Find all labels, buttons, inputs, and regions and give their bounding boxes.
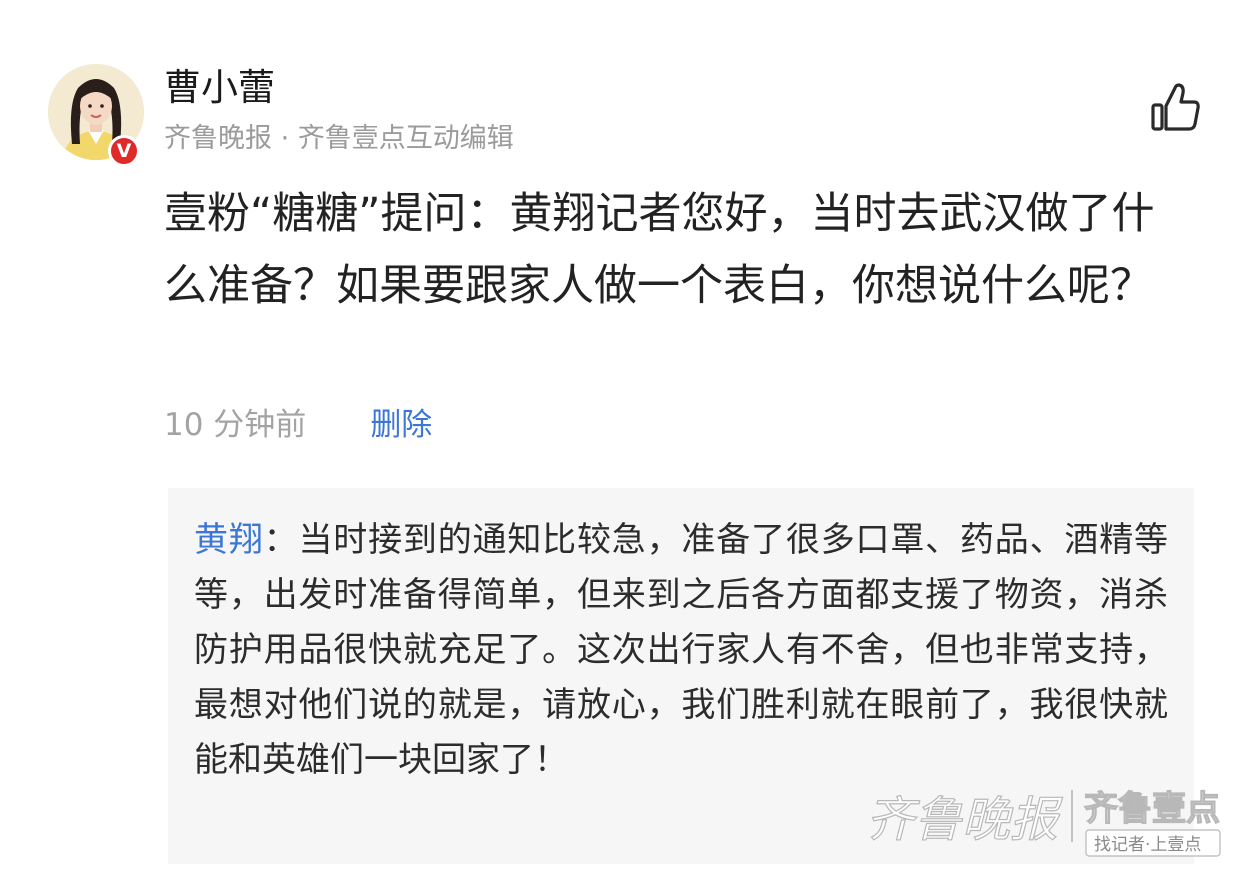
reply-separator: ： [263, 520, 299, 560]
reply-text: 当时接到的通知比较急，准备了很多口罩、药品、酒精等等，出发时准备得简单，但来到之… [194, 520, 1169, 780]
reply-paragraph: 黄翔：当时接到的通知比较急，准备了很多口罩、药品、酒精等等，出发时准备得简单，但… [194, 513, 1168, 788]
author-name[interactable]: 曹小蕾 [164, 64, 275, 112]
reply-author[interactable]: 黄翔 [194, 520, 264, 560]
timestamp: 10 分钟前 [164, 406, 307, 443]
thumbs-up-icon [1151, 83, 1200, 131]
like-button[interactable] [1148, 80, 1204, 136]
reply-box: 黄翔：当时接到的通知比较急，准备了很多口罩、药品、酒精等等，出发时准备得简单，但… [168, 488, 1194, 864]
question-text: 壹粉“糖糖”提问：黄翔记者您好，当时去武汉做了什么准备？如果要跟家人做一个表白，… [164, 189, 1155, 311]
verified-v-icon: V [108, 135, 140, 167]
delete-button[interactable]: 删除 [370, 399, 432, 444]
comment-meta-row: 10 分钟前 删除 [164, 398, 432, 444]
author-meta: 齐鲁晚报 · 齐鲁壹点互动编辑 [164, 123, 514, 154]
